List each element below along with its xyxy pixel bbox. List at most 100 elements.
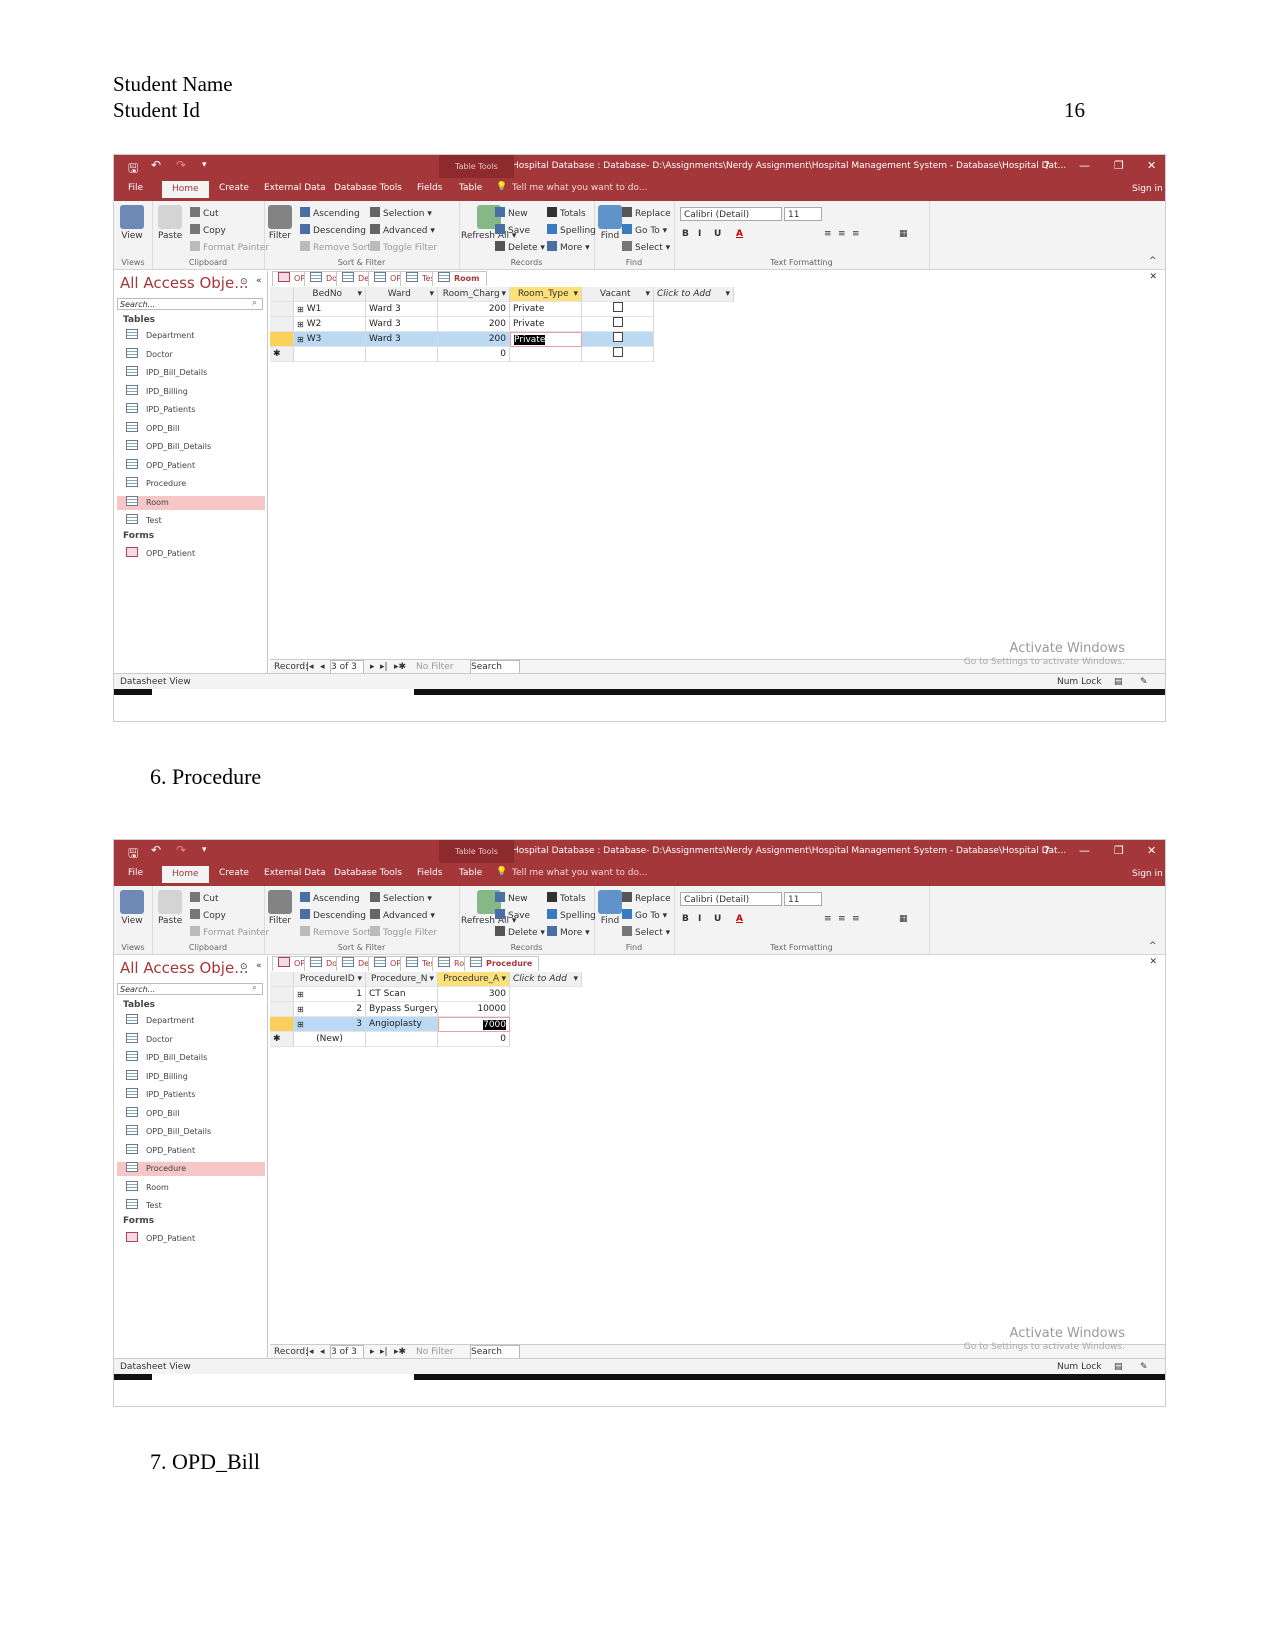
close-button[interactable]: ✕ [1147,844,1156,857]
save-icon[interactable]: 🖫 [128,844,138,865]
column-header-room_charg[interactable]: Room_Charg ▾ [438,287,510,302]
advanced-button[interactable]: Advanced ▾ [370,909,435,921]
nav-item-room[interactable]: Room [117,495,265,510]
nav-item-form-opd_patient[interactable]: OPD_Patient [117,1231,265,1246]
data-cell[interactable]: 200 [438,317,510,332]
data-cell[interactable]: 200 [438,332,510,347]
sort-dropdown-icon[interactable]: ▾ [725,287,730,301]
tab-file[interactable]: File [128,868,143,878]
delete-button[interactable]: Delete ▾ [495,926,545,938]
tab-table[interactable]: Table [459,183,482,193]
tab-home[interactable]: Home [162,866,209,883]
select-all-corner[interactable] [270,287,294,302]
data-cell[interactable]: ⊞ 1 [294,987,366,1002]
data-cell[interactable]: 7000 [438,1017,510,1032]
ascending-button[interactable]: Ascending [300,207,360,219]
format-painter-button[interactable]: Format Painter [190,241,269,253]
font-color-button[interactable]: A [736,229,743,239]
collapse-nav-icon[interactable]: « [256,276,262,286]
nav-item-opd_bill[interactable]: OPD_Bill [117,421,265,436]
copy-button[interactable]: Copy [190,909,226,921]
data-cell[interactable]: Private [510,317,582,332]
new-record-button[interactable]: ▸✱ [394,1345,406,1359]
nav-item-room[interactable]: Room [117,1180,265,1195]
record-position-input[interactable]: 3 of 3 [330,1345,364,1359]
font-size-select[interactable]: 11 [784,892,822,906]
minimize-button[interactable]: — [1079,159,1090,172]
cut-button[interactable]: Cut [190,207,219,219]
collapse-nav-icon[interactable]: « [256,961,262,971]
column-header-vacant[interactable]: Vacant ▾ [582,287,654,302]
data-cell[interactable] [510,347,582,362]
sort-dropdown-icon[interactable]: ▾ [429,287,434,301]
sign-in-link[interactable]: Sign in [1132,869,1163,879]
format-painter-button[interactable]: Format Painter [190,926,269,938]
italic-button[interactable]: I [698,229,701,239]
data-cell[interactable] [582,302,654,317]
font-name-select[interactable]: Calibri (Detail) [680,207,782,221]
search-icon[interactable]: ⌕ [252,298,257,308]
vacant-checkbox[interactable] [612,347,623,357]
go-to-button[interactable]: Go To ▾ [622,224,667,236]
tab-table[interactable]: Table [459,868,482,878]
data-cell[interactable]: Ward 3 [366,302,438,317]
bold-button[interactable]: B [682,229,689,239]
record-selector[interactable] [270,332,294,347]
nav-item-department[interactable]: Department [117,329,265,343]
collapse-ribbon-icon[interactable]: ^ [1149,941,1157,951]
prev-record-button[interactable]: ◂ [320,1345,325,1359]
help-button[interactable]: ? [1044,159,1050,172]
redo-icon[interactable]: ↷ [176,843,186,857]
nav-menu-icon[interactable]: ⊙ [240,277,248,287]
tab-file[interactable]: File [128,183,143,193]
expand-row-icon[interactable]: ⊞ [297,1017,304,1031]
next-record-button[interactable]: ▸ [370,660,375,674]
view-button[interactable]: View [120,890,144,926]
align-right-icon[interactable]: ≡ [852,914,860,924]
data-cell[interactable]: 10000 [438,1002,510,1017]
column-header-procedureid[interactable]: ProcedureID ▾ [294,972,366,987]
data-cell[interactable]: 200 [438,302,510,317]
data-cell[interactable] [582,317,654,332]
selection-button[interactable]: Selection ▾ [370,892,432,904]
object-tab-procedure[interactable]: Procedure [464,956,540,971]
data-cell[interactable]: ⊞ W1 [294,302,366,317]
gridlines-icon[interactable]: ▦ [899,914,908,924]
copy-button[interactable]: Copy [190,224,226,236]
record-search-input[interactable]: Search [470,660,520,674]
data-cell[interactable]: Private [510,332,582,347]
customize-qat-icon[interactable]: ▾ [202,160,207,170]
record-selector[interactable] [270,987,294,1002]
collapse-ribbon-icon[interactable]: ^ [1149,256,1157,266]
data-cell[interactable]: ⊞ W2 [294,317,366,332]
column-header-procedure_n[interactable]: Procedure_N ▾ [366,972,438,987]
next-record-button[interactable]: ▸ [370,1345,375,1359]
sort-dropdown-icon[interactable]: ▾ [357,287,362,301]
font-name-select[interactable]: Calibri (Detail) [680,892,782,906]
tab-fields[interactable]: Fields [417,868,442,878]
redo-icon[interactable]: ↷ [176,158,186,172]
spelling-button[interactable]: Spelling [547,909,596,921]
nav-item-doctor[interactable]: Doctor [117,347,265,362]
gridlines-icon[interactable]: ▦ [899,229,908,239]
no-filter-button[interactable]: No Filter [416,660,453,674]
record-selector[interactable] [270,302,294,317]
descending-button[interactable]: Descending [300,909,366,921]
close-object-icon[interactable]: ✕ [1149,272,1157,282]
data-cell[interactable]: 0 [438,347,510,362]
data-cell[interactable] [294,347,366,362]
select-button[interactable]: Select ▾ [622,926,670,938]
tab-home[interactable]: Home [162,181,209,198]
nav-item-ipd_bill_details[interactable]: IPD_Bill_Details [117,366,265,380]
selection-button[interactable]: Selection ▾ [370,207,432,219]
nav-search-input[interactable]: Search... [117,298,263,310]
column-header-room_type[interactable]: Room_Type ▾ [510,287,582,302]
record-selector[interactable]: ✱ [270,1032,294,1047]
expand-row-icon[interactable]: ⊞ [297,1002,304,1016]
sort-dropdown-icon[interactable]: ▾ [429,972,434,986]
select-all-corner[interactable] [270,972,294,987]
undo-icon[interactable]: ↶ [151,158,161,172]
forms-section-header[interactable]: Forms [123,531,154,541]
tables-section-header[interactable]: Tables [123,315,155,325]
column-header-bedno[interactable]: BedNo ▾ [294,287,366,302]
